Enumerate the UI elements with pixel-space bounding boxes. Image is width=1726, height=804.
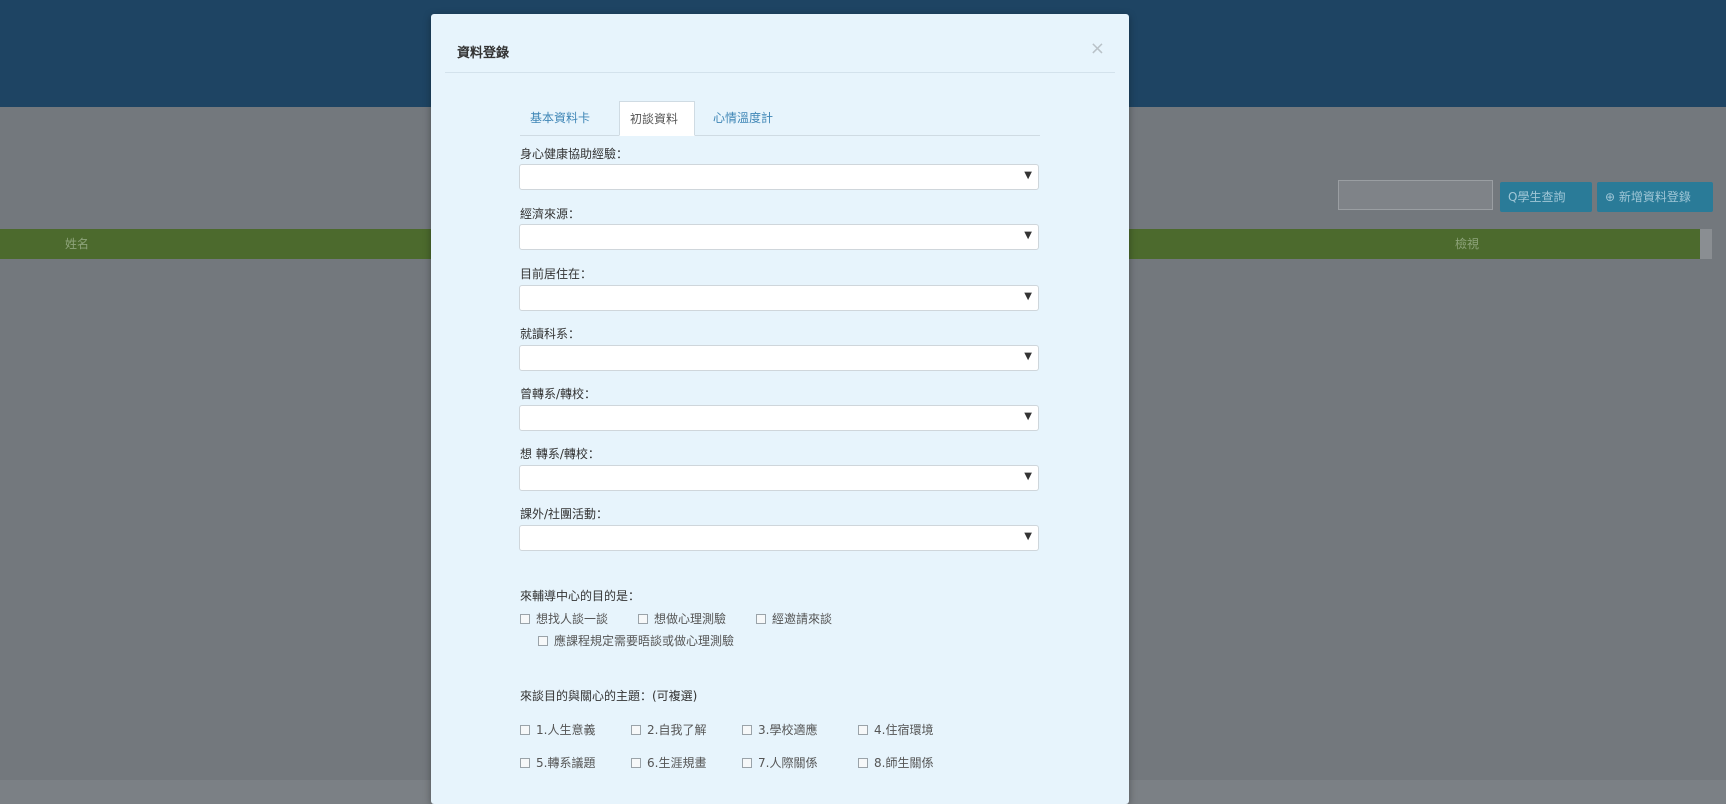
checkbox-topic-7[interactable]: 7.人際關係 (742, 754, 817, 771)
modal-title: 資料登錄 (457, 46, 510, 61)
checkbox-topic-4[interactable]: 4.住宿環境 (858, 721, 933, 738)
checkbox-icon (858, 724, 868, 735)
field-label-department: 就讀科系： (520, 327, 581, 341)
close-icon[interactable]: × (1090, 38, 1105, 59)
select-financial-source[interactable]: ▼ (519, 224, 1039, 250)
checkbox-purpose-course[interactable]: 應課程規定需要晤談或做心理測驗 (538, 632, 734, 649)
checkbox-label: 6.生涯規畫 (647, 756, 707, 770)
checkbox-label: 應課程規定需要晤談或做心理測驗 (554, 634, 735, 648)
select-department[interactable]: ▼ (519, 345, 1039, 371)
checkbox-topic-1[interactable]: 1.人生意義 (520, 721, 595, 738)
dropdown-arrow-icon: ▼ (1024, 230, 1032, 241)
add-record-button[interactable]: ⊕ 新增資料登錄 (1597, 182, 1713, 212)
checkbox-topic-5[interactable]: 5.轉系議題 (520, 754, 595, 771)
checkbox-label: 想做心理測驗 (654, 612, 727, 626)
field-label-financial-source: 經濟來源： (520, 207, 581, 221)
checkbox-icon (742, 757, 752, 768)
checkbox-icon (631, 757, 641, 768)
field-label-residence: 目前居住在： (520, 267, 593, 281)
column-header-name: 姓名 (65, 237, 90, 251)
checkbox-icon (520, 613, 530, 624)
checkbox-icon (638, 613, 648, 624)
checkbox-label: 2.自我了解 (647, 723, 707, 737)
dropdown-arrow-icon: ▼ (1024, 471, 1032, 482)
field-label-transferred: 曾轉系/轉校： (520, 387, 597, 401)
checkbox-label: 3.學校適應 (758, 723, 818, 737)
checkbox-icon (858, 757, 868, 768)
checkbox-topic-3[interactable]: 3.學校適應 (742, 721, 817, 738)
checkbox-icon (538, 635, 548, 646)
tab-intake-data[interactable]: 初談資料 (619, 101, 695, 136)
tab-bar: 基本資料卡 初談資料 心情溫度計 (520, 101, 1040, 136)
checkbox-label: 想找人談一談 (536, 612, 609, 626)
dropdown-arrow-icon: ▼ (1024, 531, 1032, 542)
checkbox-icon (742, 724, 752, 735)
checkbox-icon (756, 613, 766, 624)
checkbox-icon (631, 724, 641, 735)
checkbox-label: 經邀請來談 (772, 612, 833, 626)
field-label-want-transfer: 想 轉系/轉校： (520, 447, 600, 461)
tab-basic-info-card[interactable]: 基本資料卡 (520, 101, 616, 135)
dropdown-arrow-icon: ▼ (1024, 351, 1032, 362)
table-scroll-stub (1700, 229, 1712, 259)
topics-section-label: 來談目的與關心的主題：(可複選) (520, 689, 698, 703)
data-entry-modal: 資料登錄 × 基本資料卡 初談資料 心情溫度計 身心健康協助經驗： ▼ 經濟來源… (431, 14, 1129, 804)
modal-header: 資料登錄 × (445, 14, 1115, 73)
checkbox-topic-8[interactable]: 8.師生關係 (858, 754, 933, 771)
checkbox-label: 4.住宿環境 (874, 723, 934, 737)
select-health-experience[interactable]: ▼ (519, 164, 1039, 190)
dropdown-arrow-icon: ▼ (1024, 291, 1032, 302)
dropdown-arrow-icon: ▼ (1024, 411, 1032, 422)
purpose-section-label: 來輔導中心的目的是： (520, 589, 641, 603)
checkbox-purpose-invited[interactable]: 經邀請來談 (756, 610, 832, 627)
field-label-activities: 課外/社團活動： (520, 507, 609, 521)
field-label-health-experience: 身心健康協助經驗： (520, 147, 629, 161)
checkbox-label: 8.師生關係 (874, 756, 934, 770)
checkbox-icon (520, 757, 530, 768)
select-want-transfer[interactable]: ▼ (519, 465, 1039, 491)
tab-mood-thermometer[interactable]: 心情溫度計 (703, 101, 793, 135)
checkbox-topic-6[interactable]: 6.生涯規畫 (631, 754, 706, 771)
checkbox-icon (520, 724, 530, 735)
checkbox-label: 7.人際關係 (758, 756, 818, 770)
student-search-input[interactable] (1338, 180, 1493, 210)
checkbox-topic-2[interactable]: 2.自我了解 (631, 721, 706, 738)
column-header-view: 檢視 (1455, 237, 1480, 251)
checkbox-purpose-talk[interactable]: 想找人談一談 (520, 610, 608, 627)
checkbox-purpose-test[interactable]: 想做心理測驗 (638, 610, 726, 627)
select-residence[interactable]: ▼ (519, 285, 1039, 311)
dropdown-arrow-icon: ▼ (1024, 170, 1032, 181)
select-activities[interactable]: ▼ (519, 525, 1039, 551)
student-search-button[interactable]: Q學生查詢 (1500, 182, 1592, 212)
checkbox-label: 5.轉系議題 (536, 756, 596, 770)
select-transferred[interactable]: ▼ (519, 405, 1039, 431)
checkbox-label: 1.人生意義 (536, 723, 596, 737)
